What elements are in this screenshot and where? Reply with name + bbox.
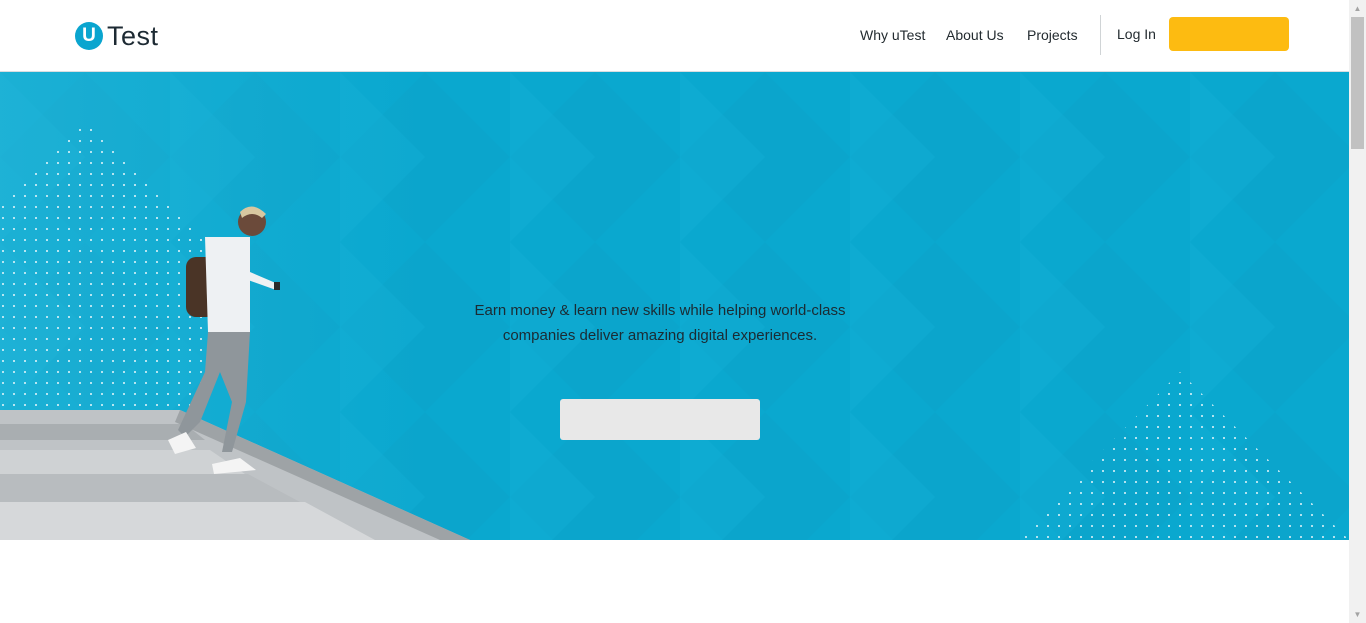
utest-logo[interactable]: U Test xyxy=(75,20,159,52)
nav-why-utest[interactable]: Why uTest xyxy=(860,27,925,43)
logo-text: Test xyxy=(107,20,159,51)
page: U Test Why uTest About Us Projects Log I… xyxy=(0,0,1349,623)
nav-projects[interactable]: Projects xyxy=(1027,27,1078,43)
nav-about-us[interactable]: About Us xyxy=(946,27,1004,43)
hero-section: Earn money & learn new skills while help… xyxy=(0,72,1349,540)
hero-tagline-line2: companies deliver amazing digital experi… xyxy=(502,327,818,344)
hero-tagline: Earn money & learn new skills while help… xyxy=(410,298,910,348)
vertical-scrollbar[interactable]: ▲ ▼ xyxy=(1349,0,1366,623)
scroll-thumb[interactable] xyxy=(1351,17,1364,149)
scroll-up-arrow-icon[interactable]: ▲ xyxy=(1349,0,1366,17)
nav-divider xyxy=(1100,15,1101,55)
scroll-down-arrow-icon[interactable]: ▼ xyxy=(1349,606,1366,623)
login-link[interactable]: Log In xyxy=(1117,26,1156,42)
logo-mark-icon: U xyxy=(75,22,103,50)
hero-signup-button[interactable] xyxy=(560,399,760,440)
site-header: U Test Why uTest About Us Projects Log I… xyxy=(0,0,1349,72)
hero-tagline-line1: Earn money & learn new skills while help… xyxy=(474,302,846,319)
join-button[interactable] xyxy=(1169,17,1289,51)
